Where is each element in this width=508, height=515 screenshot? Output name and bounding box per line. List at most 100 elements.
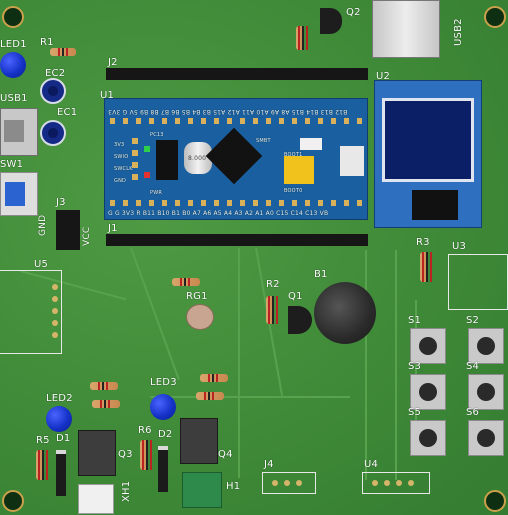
resistor-led3-a bbox=[200, 374, 228, 382]
label-r6: R6 bbox=[138, 425, 152, 436]
label-s3: S3 bbox=[408, 361, 422, 372]
label-vcc: VCC bbox=[82, 226, 92, 246]
u5-pad bbox=[52, 320, 58, 326]
u5-pad bbox=[52, 332, 58, 338]
q1-transistor bbox=[288, 306, 312, 334]
label-r5: R5 bbox=[36, 435, 50, 446]
capacitor-ec2 bbox=[40, 78, 66, 104]
stm32-swd-swclk: SWCLK bbox=[114, 166, 133, 172]
stm32-top-pin-row bbox=[110, 118, 366, 124]
label-j1: J1 bbox=[108, 223, 118, 234]
stm32-led-red bbox=[144, 172, 150, 178]
button-s4[interactable] bbox=[468, 374, 504, 410]
label-usb1: USB1 bbox=[0, 93, 28, 104]
resistor-led3-b bbox=[196, 392, 224, 400]
button-s2[interactable] bbox=[468, 328, 504, 364]
stm32-led-green bbox=[144, 146, 150, 152]
label-led3: LED3 bbox=[150, 377, 177, 388]
label-gnd: GND bbox=[38, 214, 48, 236]
u5-pad bbox=[52, 284, 58, 290]
j1-header bbox=[106, 234, 368, 246]
label-r3: R3 bbox=[416, 237, 430, 248]
stm32-micro-usb bbox=[340, 146, 364, 176]
q3-transistor bbox=[78, 430, 116, 476]
label-b1: B1 bbox=[314, 269, 328, 280]
q4-transistor bbox=[180, 418, 218, 464]
button-s6[interactable] bbox=[468, 420, 504, 456]
label-led2: LED2 bbox=[46, 393, 73, 404]
trace bbox=[150, 396, 350, 398]
pcb-board: LED1 R1 EC2 USB1 EC1 SW1 J3 GND VCC U5 J… bbox=[0, 0, 508, 515]
stm32-swd-swio: SWIO bbox=[114, 154, 129, 160]
xh1-connector bbox=[78, 484, 114, 514]
label-r1: R1 bbox=[40, 37, 54, 48]
trace bbox=[395, 250, 397, 480]
j4-pad bbox=[296, 480, 302, 486]
button-s3[interactable] bbox=[410, 374, 446, 410]
mounting-hole-top-left bbox=[2, 6, 24, 28]
j2-header bbox=[106, 68, 368, 80]
label-r2: R2 bbox=[266, 279, 280, 290]
u4-pad bbox=[384, 480, 390, 486]
resistor-near-q2 bbox=[296, 26, 304, 50]
button-s5[interactable] bbox=[410, 420, 446, 456]
stm32-swd-pads bbox=[132, 138, 138, 184]
stm32-pwr: PWR bbox=[150, 190, 163, 196]
label-u4: U4 bbox=[364, 459, 379, 470]
u3-module-outline bbox=[448, 254, 508, 310]
label-led1: LED1 bbox=[0, 39, 27, 50]
u4-pad bbox=[396, 480, 402, 486]
stm32-crystal-text: 8.000 bbox=[188, 155, 207, 162]
j4-pad bbox=[272, 480, 278, 486]
resistor-r1 bbox=[50, 48, 76, 56]
label-s1: S1 bbox=[408, 315, 422, 326]
buzzer-b1 bbox=[314, 282, 376, 344]
stm32-boot0: BOOT0 bbox=[284, 188, 303, 194]
label-rg1: RG1 bbox=[186, 291, 208, 302]
j4-pad bbox=[284, 480, 290, 486]
stm32-pc13: PC13 bbox=[150, 132, 164, 138]
label-ec1: EC1 bbox=[57, 107, 78, 118]
capacitor-ec1 bbox=[40, 120, 66, 146]
label-s2: S2 bbox=[466, 315, 480, 326]
resistor-r2 bbox=[266, 296, 274, 324]
label-d2: D2 bbox=[158, 429, 173, 440]
label-h1: H1 bbox=[226, 481, 241, 492]
mounting-hole-top-right bbox=[484, 6, 506, 28]
label-d1: D1 bbox=[56, 433, 71, 444]
stm32-swd-gnd: GND bbox=[114, 178, 127, 184]
u4-pad bbox=[408, 480, 414, 486]
label-j3: J3 bbox=[56, 197, 66, 208]
usb1-port bbox=[4, 120, 24, 142]
label-usb2: USB2 bbox=[453, 18, 464, 46]
label-q2: Q2 bbox=[346, 7, 361, 18]
led2-led bbox=[46, 406, 72, 432]
stm32-mark: SMBT bbox=[256, 138, 271, 144]
resistor-above-rg1 bbox=[172, 278, 200, 286]
resistor-r3 bbox=[420, 252, 428, 282]
diode-d2 bbox=[158, 446, 168, 492]
resistor-r6 bbox=[140, 440, 148, 470]
stm32-bottom-pin-row bbox=[110, 200, 366, 206]
u5-pad bbox=[52, 308, 58, 314]
stm32-boot-jumpers bbox=[284, 156, 314, 184]
stm32-swd-3v3: 3V3 bbox=[114, 142, 125, 148]
label-q4: Q4 bbox=[218, 449, 233, 460]
u5-pad bbox=[52, 296, 58, 302]
label-j2: J2 bbox=[108, 57, 118, 68]
trace bbox=[365, 250, 367, 480]
button-s1[interactable] bbox=[410, 328, 446, 364]
label-sw1: SW1 bbox=[0, 159, 24, 170]
resistor-led2-b bbox=[92, 400, 120, 408]
sw1-actuator bbox=[5, 182, 25, 206]
usb2-connector bbox=[372, 0, 440, 58]
stm32-top-pins: B12 B13 B14 B15 A8 A9 A10 A11 A12 A15 B3… bbox=[108, 108, 348, 115]
stm32-bottom-pins: G G 3V3 R B11 B10 B1 B0 A7 A6 A5 A4 A3 A… bbox=[108, 210, 329, 217]
label-u5: U5 bbox=[34, 259, 49, 270]
mounting-hole-bottom-right bbox=[484, 490, 506, 512]
trace bbox=[130, 247, 180, 380]
oled-ribbon bbox=[412, 190, 458, 220]
label-xh1: XH1 bbox=[121, 480, 132, 502]
diode-d1 bbox=[56, 450, 66, 496]
mounting-hole-bottom-left bbox=[2, 490, 24, 512]
